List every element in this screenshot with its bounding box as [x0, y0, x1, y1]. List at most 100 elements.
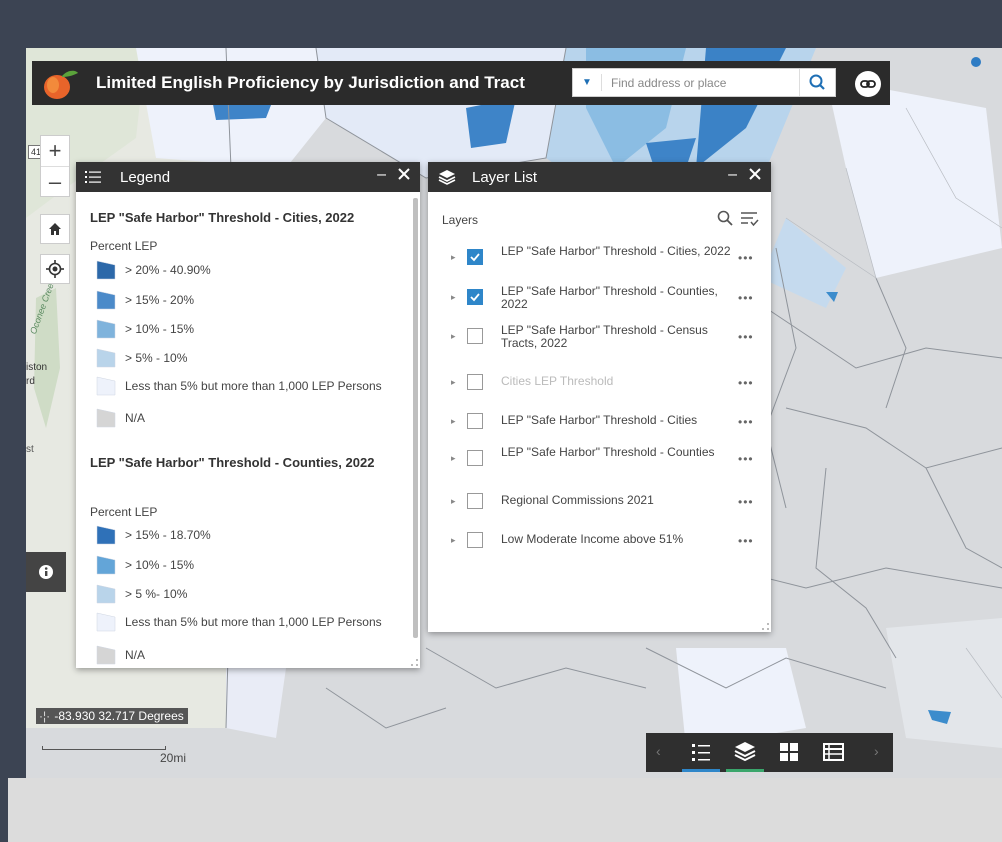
layer-search-icon[interactable] [716, 209, 734, 227]
legend-scrollbar[interactable] [413, 198, 418, 638]
expand-caret-icon[interactable]: ▸ [451, 416, 456, 427]
legend-item-label: > 5% - 10% [125, 351, 188, 365]
expand-caret-icon[interactable]: ▸ [451, 377, 456, 388]
expand-caret-icon[interactable]: ▸ [451, 453, 456, 464]
legend-close-button[interactable] [396, 166, 412, 182]
layer-options-button[interactable]: ••• [738, 291, 754, 305]
layer-label: LEP "Safe Harbor" Threshold - Counties [501, 445, 715, 459]
toolbar-table-button[interactable] [814, 733, 852, 772]
legend-swatch [96, 376, 116, 396]
layer-visibility-checkbox[interactable] [467, 450, 483, 466]
legend-item-label: > 20% - 40.90% [125, 263, 211, 277]
app-frame-bottom-left [0, 778, 8, 842]
legend-swatch [96, 290, 116, 310]
layer-label: LEP "Safe Harbor" Threshold - Cities [501, 413, 698, 427]
my-location-button[interactable] [40, 254, 70, 284]
expand-caret-icon[interactable]: ▸ [451, 331, 456, 342]
legend-list-icon [85, 171, 101, 183]
layer-visibility-checkbox[interactable] [467, 413, 483, 429]
search-box: ▼ [572, 68, 836, 97]
layer-visibility-checkbox[interactable] [467, 289, 483, 305]
legend-section-title: LEP "Safe Harbor" Threshold - Cities, 20… [90, 210, 355, 225]
toolbar-grid-button[interactable] [770, 733, 808, 772]
search-separator [601, 74, 602, 91]
legend-swatch [96, 525, 116, 545]
layer-list-close-button[interactable] [747, 166, 763, 182]
layer-options-button[interactable]: ••• [738, 534, 754, 548]
app-title: Limited English Proficiency by Jurisdict… [96, 73, 525, 92]
layers-icon [438, 170, 456, 185]
search-button[interactable] [799, 69, 835, 96]
table-icon [823, 743, 844, 761]
checkmark-icon [470, 253, 480, 262]
home-button[interactable] [40, 214, 70, 244]
layer-list-resize-handle[interactable] [762, 623, 769, 630]
search-icon [809, 74, 825, 90]
legend-resize-handle[interactable] [411, 659, 418, 666]
layer-visibility-checkbox[interactable] [467, 374, 483, 390]
expand-caret-icon[interactable]: ▸ [451, 252, 456, 263]
toolbar-prev-arrow[interactable]: ‹ [656, 743, 661, 759]
coordinates-text: -83.930 32.717 Degrees [54, 709, 184, 723]
layer-label: Low Moderate Income above 51% [501, 532, 684, 546]
legend-section-subtitle: Percent LEP [90, 505, 158, 519]
expand-caret-icon[interactable]: ▸ [451, 292, 456, 303]
legend-header: Legend – [76, 162, 420, 192]
layer-filter-icon[interactable] [739, 210, 759, 228]
expand-caret-icon[interactable]: ▸ [451, 535, 456, 546]
crosshair-icon[interactable]: ·¦· [39, 708, 51, 724]
legend-item-label: N/A [125, 411, 146, 425]
legend-minimize-button[interactable]: – [377, 166, 386, 184]
share-link-button[interactable] [855, 71, 881, 97]
layer-label: LEP "Safe Harbor" Threshold - Cities, 20… [501, 244, 731, 258]
legend-item-label: N/A [125, 648, 146, 662]
layer-label: Cities LEP Threshold [501, 374, 614, 388]
about-button[interactable] [26, 552, 66, 592]
peach-logo [40, 67, 80, 101]
close-icon [749, 168, 761, 180]
layer-options-button[interactable]: ••• [738, 452, 754, 466]
app-frame-top [0, 0, 1002, 48]
app-frame-bottom [0, 778, 1002, 842]
layer-options-button[interactable]: ••• [738, 415, 754, 429]
legend-swatch [96, 645, 116, 665]
layer-list-panel: Layer List – Layers ▸ LEP "Safe Harbor" T… [428, 162, 771, 632]
layer-options-button[interactable]: ••• [738, 330, 754, 344]
legend-content: LEP "Safe Harbor" Threshold - Cities, 20… [76, 192, 420, 668]
grid-icon [780, 743, 798, 761]
toolbar-layers-button[interactable] [726, 733, 764, 772]
legend-swatch [96, 348, 116, 368]
layer-label: LEP "Safe Harbor" Threshold - Census Tra… [501, 323, 708, 350]
layer-visibility-checkbox[interactable] [467, 532, 483, 548]
legend-swatch [96, 555, 116, 575]
expand-caret-icon[interactable]: ▸ [451, 496, 456, 507]
legend-item-label: Less than 5% but more than 1,000 LEP Per… [125, 379, 382, 393]
layer-options-button[interactable]: ••• [738, 495, 754, 509]
layer-visibility-checkbox[interactable] [467, 328, 483, 344]
legend-section-subtitle: Percent LEP [90, 239, 158, 253]
legend-item-label: > 10% - 15% [125, 322, 195, 336]
toolbar-legend-button[interactable] [682, 733, 720, 772]
zoom-in-button[interactable]: + [41, 136, 69, 167]
layer-options-button[interactable]: ••• [738, 376, 754, 390]
map-label-town-3: st [26, 444, 34, 455]
legend-item-label: Less than 5% but more than 1,000 LEP Per… [125, 615, 382, 629]
legend-swatch [96, 612, 116, 632]
layer-visibility-checkbox[interactable] [467, 493, 483, 509]
coordinate-readout: ·¦· -83.930 32.717 Degrees [36, 708, 188, 724]
zoom-out-button[interactable]: – [41, 167, 69, 197]
info-icon [39, 565, 53, 579]
checkmark-icon [470, 293, 480, 302]
layers-icon [726, 742, 764, 772]
legend-item-label: > 10% - 15% [125, 558, 195, 572]
map-label-town-2: rd [26, 376, 35, 387]
layer-list-minimize-button[interactable]: – [728, 166, 737, 184]
legend-title: Legend [120, 169, 171, 186]
search-input[interactable] [609, 73, 793, 93]
search-source-dropdown[interactable]: ▼ [573, 69, 601, 96]
app-frame-left [0, 0, 26, 842]
toolbar-next-arrow[interactable]: › [874, 743, 879, 759]
legend-swatch [96, 319, 116, 339]
layer-options-button[interactable]: ••• [738, 251, 754, 265]
layer-visibility-checkbox[interactable] [467, 249, 483, 265]
